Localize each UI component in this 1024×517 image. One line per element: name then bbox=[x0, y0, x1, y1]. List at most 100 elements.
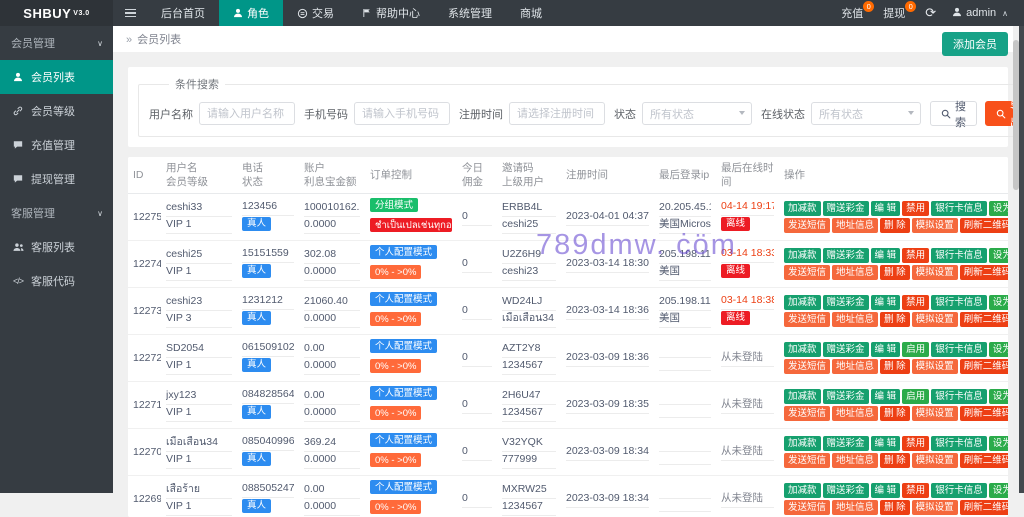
action-button-sim-settings[interactable]: 模拟设置 bbox=[912, 218, 958, 233]
action-button-delete[interactable]: 删 除 bbox=[880, 265, 910, 280]
action-button-set-fake[interactable]: 设为假人 bbox=[989, 483, 1008, 498]
action-button-edit[interactable]: 编 辑 bbox=[871, 389, 901, 404]
order-sub-badge[interactable]: 0% - >0% bbox=[370, 453, 421, 467]
action-button-send-sms[interactable]: 发送短信 bbox=[784, 312, 830, 327]
action-button-toggle-enable[interactable]: 启用 bbox=[902, 342, 929, 357]
action-button-bank-card-info[interactable]: 银行卡信息 bbox=[931, 342, 987, 357]
menu-toggle-icon[interactable] bbox=[113, 0, 147, 26]
action-button-refresh-qrcode[interactable]: 刷新二维码 bbox=[960, 359, 1008, 374]
nav-item-help-center[interactable]: 帮助中心 bbox=[348, 0, 434, 26]
action-button-sim-settings[interactable]: 模拟设置 bbox=[912, 265, 958, 280]
order-sub-badge[interactable]: ชำเป็นเปลเช่นทุกอลเลลที่ bbox=[370, 218, 452, 232]
action-button-toggle-enable[interactable]: 禁用 bbox=[902, 295, 929, 310]
action-button-gift-bonus[interactable]: 赠送彩金 bbox=[823, 483, 869, 498]
action-button-set-fake[interactable]: 设为假人 bbox=[989, 201, 1008, 216]
action-button-add-deduct[interactable]: 加减款 bbox=[784, 248, 821, 263]
action-button-bank-card-info[interactable]: 银行卡信息 bbox=[931, 483, 987, 498]
action-button-set-fake[interactable]: 设为假人 bbox=[989, 389, 1008, 404]
action-button-refresh-qrcode[interactable]: 刷新二维码 bbox=[960, 218, 1008, 233]
action-button-delete[interactable]: 删 除 bbox=[880, 500, 910, 515]
action-button-sim-settings[interactable]: 模拟设置 bbox=[912, 312, 958, 327]
action-button-send-sms[interactable]: 发送短信 bbox=[784, 406, 830, 421]
action-button-refresh-qrcode[interactable]: 刷新二维码 bbox=[960, 265, 1008, 280]
action-button-address-info[interactable]: 地址信息 bbox=[832, 265, 878, 280]
action-button-edit[interactable]: 编 辑 bbox=[871, 342, 901, 357]
order-mode-badge[interactable]: 个人配置模式 bbox=[370, 245, 437, 259]
nav-withdraw[interactable]: 提现0 bbox=[873, 0, 915, 26]
action-button-add-deduct[interactable]: 加减款 bbox=[784, 201, 821, 216]
action-button-gift-bonus[interactable]: 赠送彩金 bbox=[823, 248, 869, 263]
action-button-toggle-enable[interactable]: 启用 bbox=[902, 389, 929, 404]
order-mode-badge[interactable]: 分组模式 bbox=[370, 198, 418, 212]
action-button-refresh-qrcode[interactable]: 刷新二维码 bbox=[960, 453, 1008, 468]
action-button-add-deduct[interactable]: 加减款 bbox=[784, 342, 821, 357]
action-button-sim-settings[interactable]: 模拟设置 bbox=[912, 500, 958, 515]
action-button-gift-bonus[interactable]: 赠送彩金 bbox=[823, 436, 869, 451]
action-button-bank-card-info[interactable]: 银行卡信息 bbox=[931, 295, 987, 310]
action-button-edit[interactable]: 编 辑 bbox=[871, 436, 901, 451]
action-button-set-fake[interactable]: 设为假人 bbox=[989, 436, 1008, 451]
app-logo[interactable]: SHBUYV3.0 bbox=[0, 0, 113, 26]
search-input-phone[interactable] bbox=[354, 102, 450, 125]
order-sub-badge[interactable]: 0% - >0% bbox=[370, 500, 421, 514]
action-button-bank-card-info[interactable]: 银行卡信息 bbox=[931, 389, 987, 404]
action-button-bank-card-info[interactable]: 银行卡信息 bbox=[931, 201, 987, 216]
sidebar-item-member-list[interactable]: 会员列表 bbox=[0, 60, 113, 94]
order-mode-badge[interactable]: 个人配置模式 bbox=[370, 433, 437, 447]
nav-item-dashboard[interactable]: 后台首页 bbox=[147, 0, 219, 26]
action-button-edit[interactable]: 编 辑 bbox=[871, 295, 901, 310]
sidebar-item-recharge-mgmt[interactable]: 充值管理 bbox=[0, 128, 113, 162]
action-button-edit[interactable]: 编 辑 bbox=[871, 201, 901, 216]
action-button-delete[interactable]: 删 除 bbox=[880, 359, 910, 374]
action-button-delete[interactable]: 删 除 bbox=[880, 406, 910, 421]
action-button-sim-settings[interactable]: 模拟设置 bbox=[912, 406, 958, 421]
action-button-address-info[interactable]: 地址信息 bbox=[832, 453, 878, 468]
sidebar-item-withdraw-mgmt[interactable]: 提现管理 bbox=[0, 162, 113, 196]
order-mode-badge[interactable]: 个人配置模式 bbox=[370, 386, 437, 400]
order-mode-badge[interactable]: 个人配置模式 bbox=[370, 480, 437, 494]
action-button-delete[interactable]: 删 除 bbox=[880, 453, 910, 468]
nav-recharge[interactable]: 充值0 bbox=[831, 0, 873, 26]
nav-item-mall[interactable]: 商城 bbox=[506, 0, 556, 26]
action-button-edit[interactable]: 编 辑 bbox=[871, 483, 901, 498]
action-button-send-sms[interactable]: 发送短信 bbox=[784, 218, 830, 233]
order-mode-badge[interactable]: 个人配置模式 bbox=[370, 339, 437, 353]
search-input-username[interactable] bbox=[199, 102, 295, 125]
order-sub-badge[interactable]: 0% - >0% bbox=[370, 359, 421, 373]
action-button-bank-card-info[interactable]: 银行卡信息 bbox=[931, 436, 987, 451]
action-button-edit[interactable]: 编 辑 bbox=[871, 248, 901, 263]
action-button-gift-bonus[interactable]: 赠送彩金 bbox=[823, 201, 869, 216]
search-button[interactable]: 搜 索 bbox=[930, 101, 977, 126]
action-button-toggle-enable[interactable]: 禁用 bbox=[902, 201, 929, 216]
action-button-send-sms[interactable]: 发送短信 bbox=[784, 359, 830, 374]
sidebar-group-0[interactable]: 会员管理∨ bbox=[0, 26, 113, 60]
action-button-address-info[interactable]: 地址信息 bbox=[832, 359, 878, 374]
action-button-delete[interactable]: 删 除 bbox=[880, 218, 910, 233]
action-button-gift-bonus[interactable]: 赠送彩金 bbox=[823, 295, 869, 310]
action-button-address-info[interactable]: 地址信息 bbox=[832, 500, 878, 515]
action-button-gift-bonus[interactable]: 赠送彩金 bbox=[823, 342, 869, 357]
action-button-address-info[interactable]: 地址信息 bbox=[832, 406, 878, 421]
sidebar-item-member-level[interactable]: 会员等级 bbox=[0, 94, 113, 128]
action-button-delete[interactable]: 删 除 bbox=[880, 312, 910, 327]
refresh-icon[interactable]: ⟳ bbox=[915, 5, 946, 21]
sidebar-item-service-list[interactable]: 客服列表 bbox=[0, 230, 113, 264]
action-button-add-deduct[interactable]: 加减款 bbox=[784, 295, 821, 310]
search-select-online-status[interactable]: 所有状态 bbox=[811, 102, 921, 125]
action-button-toggle-enable[interactable]: 禁用 bbox=[902, 483, 929, 498]
action-button-sim-settings[interactable]: 模拟设置 bbox=[912, 453, 958, 468]
nav-item-role[interactable]: 角色 bbox=[219, 0, 283, 26]
action-button-add-deduct[interactable]: 加减款 bbox=[784, 389, 821, 404]
order-mode-badge[interactable]: 个人配置模式 bbox=[370, 292, 437, 306]
action-button-add-deduct[interactable]: 加减款 bbox=[784, 483, 821, 498]
order-sub-badge[interactable]: 0% - >0% bbox=[370, 312, 421, 326]
action-button-refresh-qrcode[interactable]: 刷新二维码 bbox=[960, 500, 1008, 515]
action-button-gift-bonus[interactable]: 赠送彩金 bbox=[823, 389, 869, 404]
action-button-set-fake[interactable]: 设为假人 bbox=[989, 248, 1008, 263]
action-button-address-info[interactable]: 地址信息 bbox=[832, 312, 878, 327]
nav-item-system[interactable]: 系统管理 bbox=[434, 0, 506, 26]
action-button-set-fake[interactable]: 设为假人 bbox=[989, 295, 1008, 310]
action-button-toggle-enable[interactable]: 禁用 bbox=[902, 436, 929, 451]
action-button-send-sms[interactable]: 发送短信 bbox=[784, 453, 830, 468]
action-button-refresh-qrcode[interactable]: 刷新二维码 bbox=[960, 406, 1008, 421]
